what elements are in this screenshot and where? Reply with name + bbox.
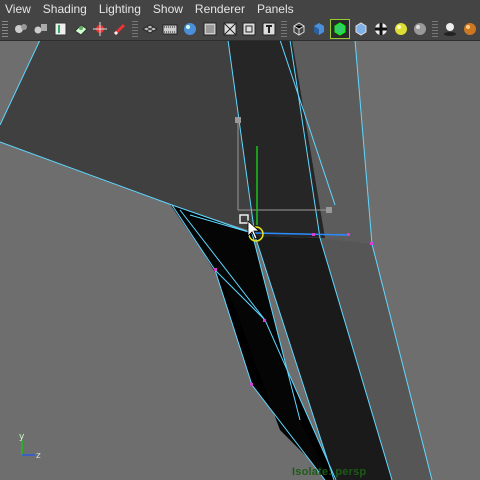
menu-shading[interactable]: Shading <box>37 0 93 18</box>
safe-title-icon[interactable] <box>260 20 278 38</box>
image-plane-icon[interactable] <box>72 20 90 38</box>
menu-lighting[interactable]: Lighting <box>93 0 147 18</box>
toolbar-separator <box>432 21 439 37</box>
2d-pan-zoom-icon[interactable] <box>91 20 109 38</box>
gate-mask-icon[interactable] <box>201 20 219 38</box>
perspective-viewport[interactable]: y z Isolate: persp <box>0 41 480 480</box>
grease-pencil-icon[interactable] <box>111 20 129 38</box>
shadows-icon[interactable] <box>441 20 459 38</box>
film-gate-icon[interactable] <box>161 20 179 38</box>
grid-icon[interactable] <box>141 20 159 38</box>
axis-z-label: z <box>36 451 41 461</box>
axis-y-label: y <box>19 432 25 442</box>
mesh-scene <box>0 41 433 480</box>
default-light-icon[interactable] <box>392 20 410 38</box>
wireframe-icon[interactable] <box>290 20 308 38</box>
camera-label: Isolate: persp <box>292 466 367 478</box>
menu-view[interactable]: View <box>0 0 37 18</box>
menu-renderer[interactable]: Renderer <box>189 0 251 18</box>
viewport-menu-bar: View Shading Lighting Show Renderer Pane… <box>0 0 480 18</box>
toolbar-grip[interactable] <box>2 21 8 37</box>
toolbar-separator <box>132 21 139 37</box>
camera-attributes-icon[interactable] <box>32 20 50 38</box>
wireframe-on-shaded-icon[interactable] <box>329 19 350 39</box>
menu-show[interactable]: Show <box>147 0 189 18</box>
field-chart-icon[interactable] <box>221 20 239 38</box>
render-icon[interactable] <box>461 20 479 38</box>
menu-panels[interactable]: Panels <box>251 0 300 18</box>
panel-toolbar <box>0 18 480 41</box>
view-axis-indicator: y z <box>16 431 46 463</box>
high-quality-icon[interactable] <box>411 20 429 38</box>
resolution-gate-icon[interactable] <box>181 20 199 38</box>
checker-icon[interactable] <box>372 20 390 38</box>
bookmark-icon[interactable] <box>52 20 70 38</box>
select-camera-icon[interactable] <box>12 20 30 38</box>
safe-action-icon[interactable] <box>241 20 259 38</box>
toolbar-separator <box>281 21 288 37</box>
xray-icon[interactable] <box>352 20 370 38</box>
smooth-shade-icon[interactable] <box>310 20 328 38</box>
